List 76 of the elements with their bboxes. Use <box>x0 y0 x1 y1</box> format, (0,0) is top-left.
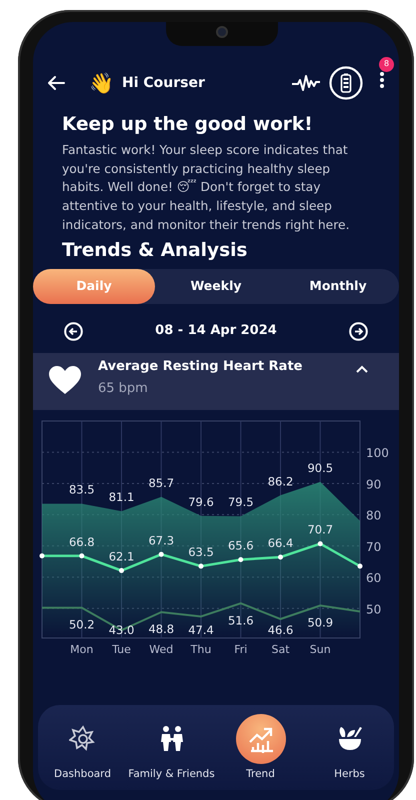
period-tab[interactable]: Monthly <box>277 269 399 304</box>
data-label: 86.2 <box>268 474 294 488</box>
battery-icon <box>329 66 363 100</box>
date-range: 08 - 14 Apr 2024 <box>155 322 277 340</box>
data-label: 65.6 <box>228 538 254 552</box>
trend-chart-icon <box>246 725 274 753</box>
page-heading: Keep up the good work! <box>62 114 314 136</box>
data-label: 85.7 <box>148 476 174 490</box>
data-point <box>358 564 362 569</box>
metric-value: 65 bpm <box>98 380 149 398</box>
pulse-icon <box>291 74 321 92</box>
heart-rate-button[interactable] <box>291 74 321 92</box>
star-burst-icon <box>68 725 96 753</box>
chevron-up-icon <box>355 364 369 374</box>
x-axis-label: Sat <box>271 642 290 656</box>
data-label: 79.6 <box>188 494 214 509</box>
section-heading: Trends & Analysis <box>62 240 248 262</box>
nav-item[interactable]: Family & Friends <box>127 714 216 783</box>
data-label: 66.8 <box>68 534 95 549</box>
waving-hand-emoji: 👋 <box>89 73 114 93</box>
data-label: 66.4 <box>268 536 294 550</box>
data-label: 83.5 <box>68 482 95 497</box>
data-point <box>238 556 244 562</box>
data-label: 43.0 <box>108 622 134 637</box>
y-axis-label: 60 <box>366 570 382 585</box>
data-label: 50.9 <box>307 615 334 630</box>
battery-button[interactable] <box>329 66 363 100</box>
data-point <box>198 564 204 569</box>
greeting-text: Hi Courser <box>122 74 205 92</box>
data-label: 62.1 <box>108 549 134 564</box>
data-label: 70.7 <box>307 522 334 537</box>
y-axis-label: 80 <box>366 508 382 523</box>
data-point <box>79 553 84 558</box>
y-axis-label: 50 <box>366 602 382 616</box>
arrow-right-circle-icon <box>348 322 368 341</box>
nav-item[interactable]: Dashboard <box>38 714 127 783</box>
data-point <box>119 568 124 573</box>
data-label: 90.5 <box>307 460 334 475</box>
arrow-left-circle-icon <box>64 322 83 341</box>
more-icon <box>379 70 385 88</box>
data-label: 63.5 <box>188 545 214 560</box>
more-menu-button[interactable] <box>379 70 385 88</box>
x-axis-label: Wed <box>149 642 174 656</box>
data-label: 47.4 <box>188 622 214 637</box>
data-label: 48.8 <box>148 622 174 636</box>
data-point <box>158 552 164 557</box>
nav-item[interactable]: Herbs <box>305 714 394 783</box>
back-button[interactable] <box>47 75 65 91</box>
previous-week-button[interactable] <box>64 322 83 341</box>
camera-lens <box>216 26 228 38</box>
intro-paragraph: Fantastic work! Your sleep score indicates that you're consistently practicing healthy sleep habits. Well done! 😴 Don't forget to stay attentive to your health, lifestyle, and sleep indicators, and monitor their trends right here. <box>62 142 350 234</box>
period-tab[interactable]: Weekly <box>155 269 277 304</box>
next-week-button[interactable] <box>348 322 368 341</box>
data-point <box>278 554 283 560</box>
y-axis-label: 70 <box>366 540 382 554</box>
nav-item[interactable]: Trend <box>216 714 305 783</box>
back-arrow-icon <box>47 75 65 91</box>
metric-title: Average Resting Heart Rate <box>98 358 304 376</box>
x-axis-label: Thu <box>190 642 212 656</box>
notification-count: 8 <box>379 56 394 72</box>
y-axis-label: 90 <box>366 477 382 492</box>
data-label: 46.6 <box>268 622 294 637</box>
y-axis-label: 100 <box>366 446 389 460</box>
x-axis-label: Sun <box>310 642 331 656</box>
data-label: 67.3 <box>148 533 174 548</box>
x-axis-label: Mon <box>70 642 94 656</box>
data-label: 50.2 <box>68 618 95 632</box>
heart-icon <box>48 364 82 395</box>
data-point <box>40 553 44 558</box>
data-label: 81.1 <box>108 490 134 504</box>
x-axis-label: Fri <box>234 642 248 656</box>
x-axis-label: Tue <box>112 642 131 656</box>
data-point <box>318 541 323 546</box>
data-label: 51.6 <box>228 613 254 628</box>
data-label: 79.5 <box>228 495 254 510</box>
collapse-toggle[interactable] <box>355 364 369 374</box>
